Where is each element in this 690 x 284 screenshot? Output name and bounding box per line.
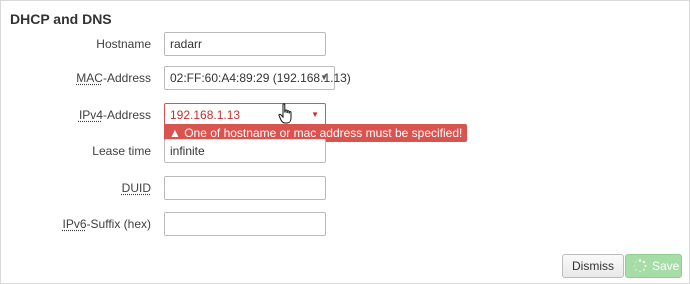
duid-label-text: DUID <box>121 181 151 195</box>
ipv6-label-abbr: IPv6 <box>62 217 87 231</box>
caret-down-icon: ▼ <box>311 110 319 119</box>
lease-row: Lease time <box>1 139 690 163</box>
ipv4-select-value: 192.168.1.13 <box>170 108 241 122</box>
ipv6-row: IPv6-Suffix (hex) <box>1 212 690 236</box>
ipv4-label-abbr: IPv4 <box>78 108 103 122</box>
hostname-row: Hostname <box>1 32 690 56</box>
save-button[interactable]: Save <box>625 254 682 278</box>
mac-select[interactable]: 02:FF:60:A4:89:29 (192.168.1.13) ▼ <box>164 66 351 90</box>
save-button-label: Save <box>652 259 680 273</box>
section-title: DHCP and DNS <box>10 11 112 27</box>
mac-row: MAC-Address 02:FF:60:A4:89:29 (192.168.1… <box>1 66 690 90</box>
mac-label-abbr: MAC <box>76 71 103 85</box>
duid-input[interactable] <box>164 176 326 200</box>
duid-label: DUID <box>122 176 151 200</box>
mac-label: MAC-Address <box>76 71 151 85</box>
ipv4-label: IPv4-Address <box>78 108 151 122</box>
caret-down-icon: ▼ <box>320 73 328 82</box>
ipv6-label-rest: -Suffix (hex) <box>86 217 151 231</box>
hand-pointer-icon <box>278 103 292 124</box>
hostname-label: Hostname <box>96 37 151 51</box>
ipv6-suffix-input[interactable] <box>164 212 326 236</box>
hostname-input[interactable] <box>164 32 326 56</box>
ipv6-label: IPv6-Suffix (hex) <box>63 212 151 236</box>
lease-time-input[interactable] <box>164 139 326 163</box>
dismiss-button[interactable]: Dismiss <box>562 254 624 278</box>
dhcp-dns-dialog: DHCP and DNS Hostname MAC-Address 02:FF:… <box>0 0 690 284</box>
loading-spinner-icon <box>633 259 647 273</box>
duid-row: DUID <box>1 176 690 200</box>
lease-label: Lease time <box>92 144 151 158</box>
